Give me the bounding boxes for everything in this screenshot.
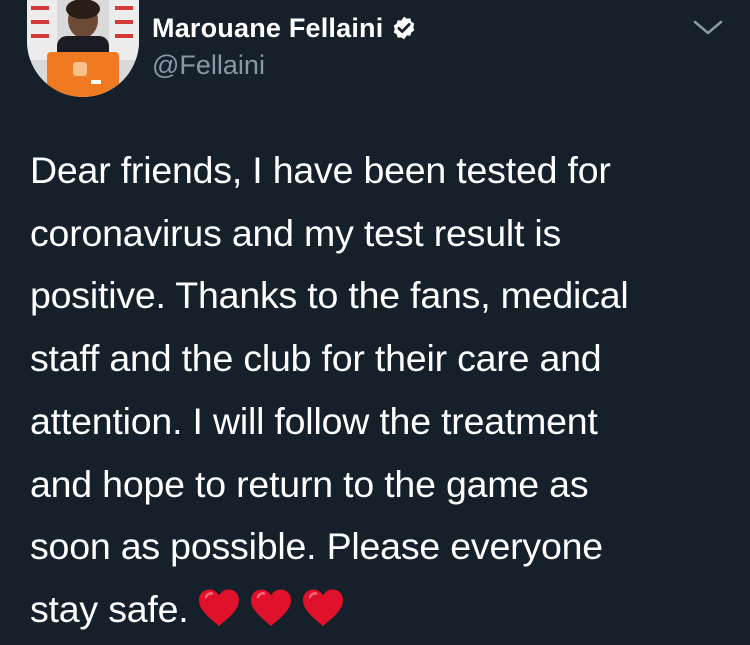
avatar-photo <box>27 0 139 97</box>
author-handle[interactable]: @Fellaini <box>152 50 417 81</box>
tweet-header: Marouane Fellaini @Fellaini <box>152 10 417 81</box>
tweet-text-line: Dear friends, I have been tested for <box>30 149 611 191</box>
verified-badge-icon <box>394 16 415 40</box>
heart-emoji-group <box>197 588 345 628</box>
tweet-text: Dear friends, I have been tested for cor… <box>30 139 730 641</box>
tweet-text-line: and hope to return to the game as <box>30 462 589 505</box>
tweet-text-line: positive. Thanks to the fans, medical <box>30 274 629 317</box>
author-avatar[interactable] <box>27 0 139 97</box>
tweet-text-line: soon as possible. Please everyone <box>30 525 603 568</box>
red-heart-icon <box>250 589 291 626</box>
red-heart-icon <box>302 589 343 626</box>
red-heart-icon <box>198 589 239 626</box>
chevron-down-icon[interactable] <box>691 18 725 38</box>
tweet-text-line: stay safe. <box>30 587 189 630</box>
author-display-name[interactable]: Marouane Fellaini <box>152 13 383 44</box>
tweet-text-line: attention. I will follow the treatment <box>30 399 598 442</box>
author-name-row: Marouane Fellaini <box>152 10 417 46</box>
tweet-card: Marouane Fellaini @Fellaini Dear friends… <box>0 0 750 645</box>
tweet-text-line: staff and the club for their care and <box>30 337 602 380</box>
tweet-text-line: coronavirus and my test result is <box>30 211 562 254</box>
tweet-text-last-line: stay safe. <box>30 578 730 641</box>
